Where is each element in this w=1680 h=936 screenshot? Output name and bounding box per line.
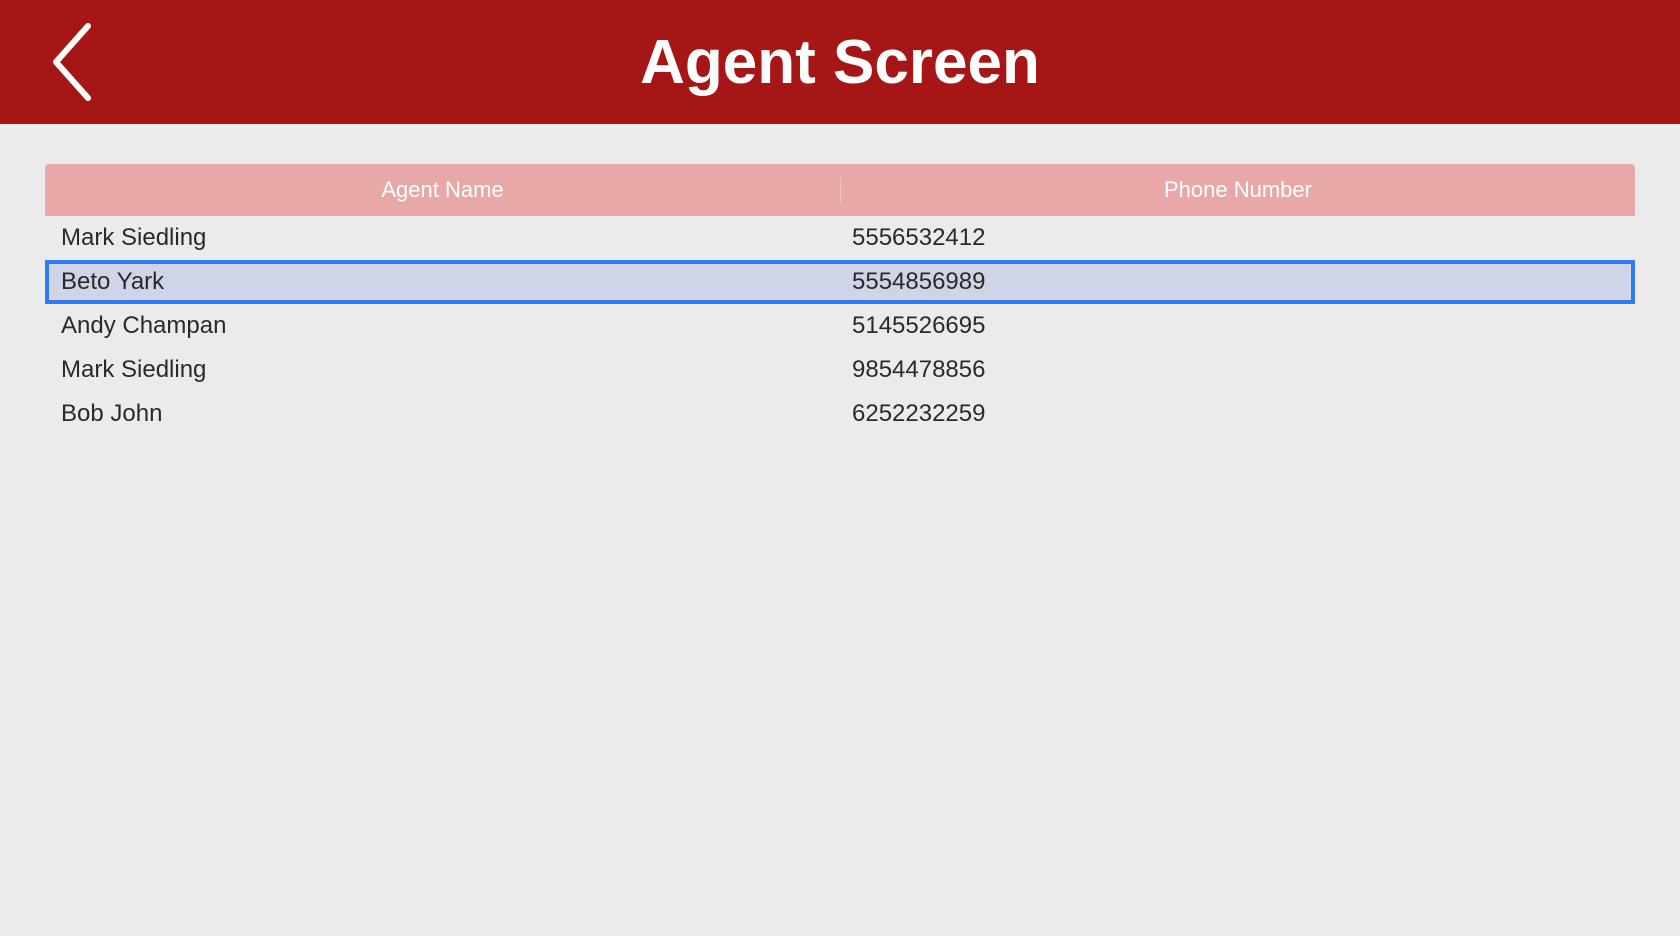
agent-name-cell: Beto Yark (49, 268, 840, 296)
table-row[interactable]: Beto Yark5554856989 (45, 260, 1635, 304)
agent-phone-cell: 9854478856 (840, 356, 1631, 384)
table-row[interactable]: Bob John6252232259 (45, 392, 1635, 436)
chevron-left-icon (50, 22, 92, 102)
table-body: Mark Siedling5556532412Beto Yark55548569… (45, 216, 1635, 436)
table-header-row: Agent Name Phone Number (45, 164, 1635, 216)
back-button[interactable] (50, 22, 92, 102)
app-header: Agent Screen (0, 0, 1680, 124)
agent-phone-cell: 5554856989 (840, 268, 1631, 296)
table-row[interactable]: Mark Siedling9854478856 (45, 348, 1635, 392)
column-header-phone: Phone Number (840, 177, 1635, 203)
agent-phone-cell: 5145526695 (840, 312, 1631, 340)
agent-phone-cell: 5556532412 (840, 224, 1631, 252)
agent-name-cell: Mark Siedling (49, 356, 840, 384)
table-row[interactable]: Mark Siedling5556532412 (45, 216, 1635, 260)
agent-table: Agent Name Phone Number Mark Siedling555… (45, 164, 1635, 436)
table-row[interactable]: Andy Champan5145526695 (45, 304, 1635, 348)
agent-name-cell: Andy Champan (49, 312, 840, 340)
agent-name-cell: Bob John (49, 400, 840, 428)
column-header-name: Agent Name (45, 177, 840, 203)
content-area: Agent Name Phone Number Mark Siedling555… (0, 124, 1680, 476)
page-title: Agent Screen (640, 27, 1040, 98)
agent-name-cell: Mark Siedling (49, 224, 840, 252)
agent-phone-cell: 6252232259 (840, 400, 1631, 428)
